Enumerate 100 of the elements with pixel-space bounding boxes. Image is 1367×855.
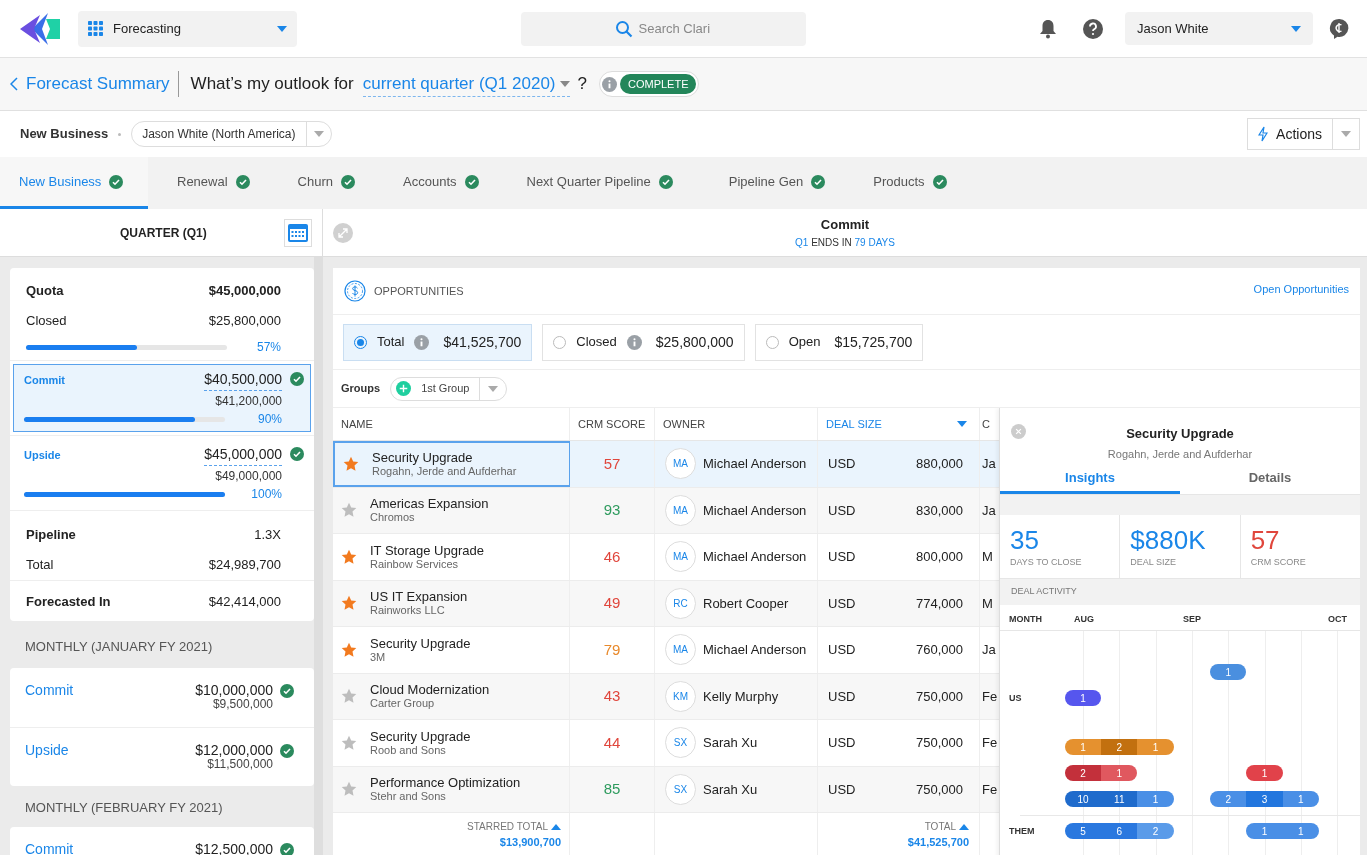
table-row[interactable]: Security Upgrade Rogahn, Jerde and Aufderhar 57 MA Michael Anderson USD 880,000 Ja	[333, 441, 999, 488]
calendar-button[interactable]	[284, 218, 312, 247]
star-icon[interactable]	[341, 641, 357, 658]
stat-label: DAYS TO CLOSE	[1010, 556, 1083, 569]
close-icon[interactable]	[1011, 424, 1026, 439]
activity-count[interactable]: 1	[1064, 690, 1102, 706]
activity-count[interactable]: 2	[1137, 823, 1174, 839]
open-opportunities-link[interactable]: Open Opportunities	[1253, 280, 1349, 298]
column-header[interactable]: DEAL SIZE	[818, 408, 980, 440]
status-badge: COMPLETE	[619, 73, 697, 95]
activity-count[interactable]: 11	[1101, 791, 1138, 807]
owner-avatar: MA	[665, 541, 696, 573]
activity-count[interactable]: 3	[1246, 791, 1283, 807]
table-row[interactable]: US IT Expansion Rainworks LLC 49 RC Robert Cooper USD 774,000 M	[333, 580, 999, 627]
activity-count[interactable]: 1	[1137, 791, 1174, 807]
activity-count[interactable]: 2	[1210, 791, 1247, 807]
filter-option[interactable]: Closed $25,800,000	[542, 323, 745, 361]
actions-button[interactable]: Actions	[1247, 118, 1360, 150]
back-link[interactable]: Forecast Summary	[10, 71, 179, 97]
currency: USD	[828, 780, 857, 799]
table-row[interactable]: Americas Expansion Chromos 93 MA Michael Anderson USD 830,000 Ja	[333, 487, 999, 534]
column-header[interactable]: CRM SCORE	[570, 408, 655, 440]
tab[interactable]: Churn	[278, 157, 374, 209]
column-header[interactable]: NAME	[333, 408, 570, 440]
detail-tab[interactable]: Details	[1180, 464, 1360, 494]
tab[interactable]: Renewal	[158, 157, 269, 209]
activity-count[interactable]: 1	[1282, 791, 1319, 807]
check-icon	[235, 174, 250, 189]
crm-score: 44	[603, 732, 621, 753]
activity-count[interactable]: 2	[1101, 739, 1138, 755]
crm-score: 43	[603, 686, 621, 706]
table-row[interactable]: Cloud Modernization Carter Group 43 KM Kelly Murphy USD 750,000 Fe	[333, 673, 999, 720]
activity-count[interactable]: 1	[1246, 823, 1283, 839]
activity-count[interactable]: 1	[1246, 765, 1283, 781]
currency: USD	[828, 594, 857, 613]
quarter-countdown: Q1 ENDS IN 79 DAYS	[795, 235, 895, 250]
star-icon[interactable]	[341, 502, 357, 519]
forecast-value[interactable]: $45,000,000	[204, 444, 282, 466]
opportunity-name: Security Upgrade	[370, 635, 471, 651]
search-field[interactable]: Search Clari	[520, 11, 806, 46]
forecast-label[interactable]: Upside	[24, 444, 205, 464]
currency: USD	[828, 641, 857, 659]
forecast-label[interactable]: Commit	[25, 841, 196, 855]
star-icon[interactable]	[343, 455, 359, 472]
owner-avatar: MA	[665, 448, 696, 480]
forecast-value: $10,000,000	[195, 681, 273, 698]
tab[interactable]: Accounts	[384, 157, 498, 209]
stat-value: 57	[1250, 527, 1281, 553]
star-icon[interactable]	[341, 734, 357, 751]
forecast-label[interactable]: Commit	[24, 369, 205, 389]
tab[interactable]: Pipeline Gen	[709, 157, 845, 209]
help-icon[interactable]	[1083, 18, 1103, 39]
progress-percent: 100%	[250, 486, 282, 503]
month-label: AUG	[1074, 613, 1094, 626]
deal-amount: 750,000	[916, 687, 963, 706]
grid-icon	[88, 21, 103, 36]
forecast-label[interactable]: Commit	[25, 681, 196, 727]
filter-option[interactable]: Total $41,525,700	[343, 323, 533, 361]
forecast-card[interactable]: Commit $40,500,000 $41,200,000 90%	[13, 364, 311, 432]
table-row[interactable]: Performance Optimization Stehr and Sons 85 SX Sarah Xu USD 750,000 Fe	[333, 766, 999, 813]
chevron-left-icon	[10, 77, 18, 91]
month-label: SEP	[1182, 613, 1201, 626]
star-icon[interactable]	[341, 548, 357, 565]
notification-bell-icon[interactable]	[1039, 18, 1057, 39]
tab[interactable]: Next Quarter Pipeline	[507, 157, 692, 209]
tab[interactable]: New Business	[0, 157, 148, 209]
expand-icon[interactable]	[333, 222, 353, 243]
star-icon[interactable]	[341, 595, 357, 612]
period-dropdown[interactable]: current quarter (Q1 2020)	[362, 70, 570, 98]
tab[interactable]: Products	[854, 157, 966, 209]
total-label[interactable]: TOTAL	[924, 819, 969, 834]
starred-total-label[interactable]: STARRED TOTAL	[467, 819, 561, 834]
chat-icon[interactable]	[1329, 17, 1349, 40]
forecast-label[interactable]: Upside	[25, 741, 196, 786]
star-icon[interactable]	[341, 688, 357, 705]
opportunity-name: Cloud Modernization	[370, 682, 490, 698]
activity-count[interactable]: 6	[1101, 823, 1138, 839]
activity-count[interactable]: 2	[1064, 765, 1102, 781]
table-row[interactable]: Security Upgrade Roob and Sons 44 SX Sarah Xu USD 750,000 Fe	[333, 720, 999, 767]
activity-count[interactable]: 1	[1210, 664, 1247, 680]
user-menu[interactable]: Jason White	[1125, 12, 1313, 45]
column-header[interactable]: OWNER	[655, 408, 818, 440]
activity-count[interactable]: 10	[1064, 791, 1102, 807]
detail-subtitle: Rogahn, Jerde and Aufderhar	[1107, 446, 1253, 462]
forecast-value[interactable]: $40,500,000	[204, 369, 282, 391]
table-row[interactable]: Security Upgrade 3M 79 MA Michael Anderson USD 760,000 Ja	[333, 627, 999, 674]
crm-score: 85	[603, 779, 621, 799]
forecast-value: $12,500,000	[195, 841, 273, 855]
star-icon[interactable]	[341, 781, 357, 798]
column-header[interactable]: C	[980, 408, 999, 440]
table-row[interactable]: IT Storage Upgrade Rainbow Services 46 MA Michael Anderson USD 800,000 M	[333, 534, 999, 581]
owner-name: Michael Anderson	[703, 641, 807, 659]
activity-count[interactable]: 1	[1282, 823, 1319, 839]
filter-option[interactable]: Open $15,725,700	[754, 323, 924, 361]
activity-count[interactable]: 1	[1101, 765, 1138, 781]
sort-up-icon	[551, 823, 561, 830]
app-switcher[interactable]: Forecasting	[78, 10, 297, 47]
activity-count[interactable]: 5	[1064, 823, 1102, 839]
table-cell-text: Fe	[982, 780, 998, 799]
plus-icon	[396, 381, 412, 396]
